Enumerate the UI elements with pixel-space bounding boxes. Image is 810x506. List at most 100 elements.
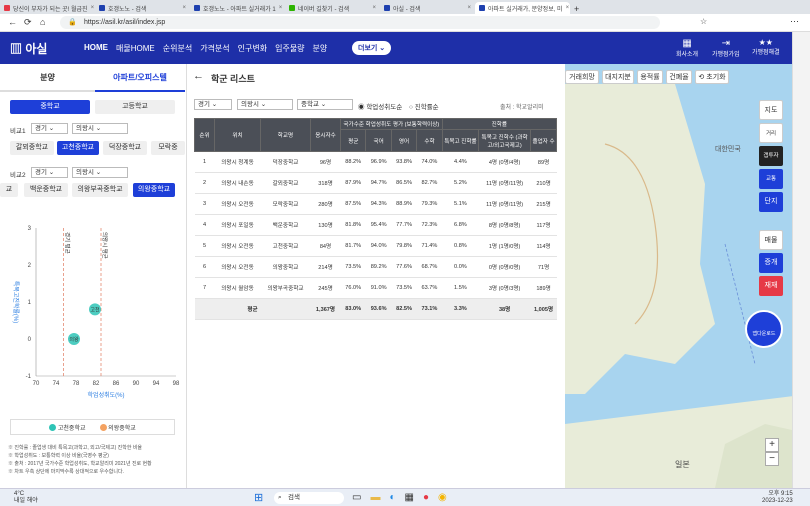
- map-filter-trade[interactable]: 거래희망: [565, 70, 599, 84]
- refresh-icon[interactable]: ⟳: [24, 17, 32, 28]
- map-tool-map[interactable]: 지도: [759, 100, 783, 120]
- clock[interactable]: 오후 9:15 2023-12-23: [762, 491, 793, 505]
- map-reset-button[interactable]: ⟲ 초기화: [695, 70, 729, 84]
- table-row[interactable]: 3 의왕시 오전동 모락중학교 280명 87.5% 94.3% 88.9% 79.3% 5.1…: [194, 193, 557, 215]
- task-view-icon[interactable]: ▭: [352, 492, 361, 503]
- edge-icon[interactable]: ◐: [389, 492, 395, 503]
- school-chip[interactable]: 덕장중학교: [103, 141, 147, 155]
- browser-tab[interactable]: 네이버 길찾기 - 검색 ×: [285, 2, 380, 14]
- compare1-city-select[interactable]: 의왕시 ⌄: [72, 123, 128, 134]
- city-select[interactable]: 의왕시 ⌄: [237, 99, 293, 110]
- home-icon[interactable]: ⌂: [40, 17, 45, 27]
- school-chip[interactable]: 모락중: [151, 141, 185, 155]
- table-row[interactable]: 7 의왕시 월암동 의왕부곡중학교 245명 76.0% 91.0% 73.5% 63.7% 1…: [194, 277, 557, 299]
- table-row[interactable]: 6 의왕시 오전동 의왕중학교 214명 73.5% 89.2% 77.6% 68.7% 0.0…: [194, 256, 557, 278]
- table-cell: 117명: [530, 214, 557, 236]
- chrome-icon[interactable]: ◉: [438, 492, 447, 503]
- compare1-region-select[interactable]: 경기 ⌄: [31, 123, 68, 134]
- map-tool-complex[interactable]: 단지: [759, 192, 783, 212]
- map-filter-land[interactable]: 대지지분: [602, 70, 634, 84]
- y-tick-label: 0: [28, 337, 32, 343]
- nav-maemul-home[interactable]: 매물HOME: [116, 43, 155, 54]
- high-school-button[interactable]: 고등학교: [95, 100, 175, 114]
- map-tool-redevelop[interactable]: 재재: [759, 276, 783, 296]
- school-chip[interactable]: 백운중학교: [24, 183, 68, 197]
- logo[interactable]: ▥ 아실: [10, 40, 47, 57]
- company-link[interactable]: ▦ 회사소개: [676, 38, 698, 58]
- school-chip[interactable]: 의왕부곡중학교: [72, 183, 128, 197]
- compare2-city-select[interactable]: 의왕시 ⌄: [72, 167, 128, 178]
- weather-widget[interactable]: 4°C 내일 해야: [14, 491, 38, 505]
- store-icon[interactable]: ▦: [405, 492, 414, 503]
- table-cell: 79.8%: [391, 235, 417, 257]
- map-tool-distance[interactable]: 거리: [759, 123, 783, 143]
- join-link[interactable]: ⇥ 가맹점가입: [712, 38, 740, 58]
- map-filter-far[interactable]: 용적률: [637, 70, 663, 84]
- map-tool-gap[interactable]: 갭투자: [759, 146, 783, 166]
- radio-advance[interactable]: ○ 진학률순: [409, 101, 439, 111]
- browser-tab[interactable]: 호갱노노 - 아파트 실거래가 1 ×: [190, 2, 285, 14]
- zoom-in-button[interactable]: +: [765, 438, 779, 452]
- nav-home[interactable]: HOME: [84, 43, 108, 54]
- middle-school-button[interactable]: 중학교: [10, 100, 90, 114]
- partner-link[interactable]: ★★ 가맹점해결: [752, 38, 780, 56]
- table-cell: 215명: [530, 193, 557, 215]
- browser-tab[interactable]: 아실 - 검색 ×: [380, 2, 475, 14]
- menu-icon[interactable]: ⋯: [790, 16, 799, 27]
- browser-tab[interactable]: 호갱노노 - 검색 ×: [95, 2, 190, 14]
- new-tab-icon[interactable]: +: [574, 4, 579, 14]
- y-tick-label: 1: [28, 300, 32, 306]
- map-tool-broker[interactable]: 증개: [759, 253, 783, 273]
- zoom-out-button[interactable]: −: [765, 452, 779, 466]
- browser-tab[interactable]: 당신이 부자가 되는 곳! 월급진 ×: [0, 2, 95, 14]
- col-header: 학교명: [260, 118, 311, 152]
- table-cell: 89명: [530, 151, 557, 173]
- map-filter-bcr[interactable]: 건폐율: [666, 70, 692, 84]
- school-chip[interactable]: 교: [0, 183, 18, 197]
- map-view[interactable]: 거래희망 대지지분 용적률 건폐율 ⟲ 초기화 지도 거리 갭투자 교통 단지 …: [565, 64, 810, 488]
- app-icon[interactable]: ●: [423, 492, 429, 503]
- windows-start-icon[interactable]: ⊞: [254, 491, 263, 504]
- compare2-label: 비교2: [10, 172, 26, 179]
- nav-population[interactable]: 인구변화: [238, 43, 267, 54]
- table-cell: 89.2%: [365, 256, 392, 278]
- school-chip-selected[interactable]: 고천중학교: [57, 141, 99, 155]
- radio-score[interactable]: ◉ 학업성취도순: [358, 101, 402, 111]
- file-explorer-icon[interactable]: ▬: [370, 492, 380, 503]
- table-row[interactable]: 2 의왕시 내손동 갈뫼중학교 318명 87.9% 94.7% 86.5% 82.7% 5.2…: [194, 172, 557, 194]
- compare2-region-select[interactable]: 경기 ⌄: [31, 167, 68, 178]
- tab-apartment[interactable]: 아파트/오피스텔: [95, 70, 185, 92]
- table-cell: 의왕시 오전동: [214, 256, 261, 278]
- back-arrow-icon[interactable]: ←: [193, 70, 204, 82]
- table-row[interactable]: 5 의왕시 오전동 고천중학교 84명 81.7% 94.0% 79.8% 71.4% 0.8%…: [194, 235, 557, 257]
- table-row[interactable]: 4 의왕시 포일동 백운중학교 130명 81.8% 95.4% 77.7% 72.3% 6.8…: [194, 214, 557, 236]
- nav-presale[interactable]: 분양: [313, 43, 328, 54]
- col-header: 국어: [365, 129, 392, 152]
- star-icon[interactable]: ☆: [700, 17, 707, 26]
- map-tool-transit[interactable]: 교통: [759, 169, 783, 189]
- table-cell: 88.9%: [391, 193, 417, 215]
- taskbar-search[interactable]: ⌕ 검색: [274, 492, 344, 504]
- tab-presale[interactable]: 분양: [0, 70, 95, 92]
- table-row[interactable]: 1 의왕시 청계동 덕장중학교 96명 88.2% 96.9% 93.8% 74.0% 4.4%…: [194, 151, 557, 173]
- app-download-button[interactable]: 앱다운로드: [745, 310, 783, 348]
- table-cell: 3: [194, 193, 215, 215]
- nav-ranking[interactable]: 순위분석: [163, 43, 192, 54]
- table-cell: 96.9%: [365, 151, 392, 173]
- table-cell: 73.5%: [391, 277, 417, 299]
- table-cell: 의왕시 월암동: [214, 277, 261, 299]
- back-icon[interactable]: ←: [8, 17, 17, 27]
- region-select[interactable]: 경기 ⌄: [194, 99, 232, 110]
- table-cell: 79.3%: [416, 193, 443, 215]
- school-chip-selected[interactable]: 의왕중학교: [133, 183, 175, 197]
- school-chip[interactable]: 갈뫼중학교: [10, 141, 54, 155]
- level-select[interactable]: 중학교 ⌄: [297, 99, 353, 110]
- browser-tab-active[interactable]: 아파트 실거래가, 분양정보, 미 ×: [475, 2, 570, 14]
- url-input[interactable]: https://asil.kr/asil/index.jsp: [60, 16, 660, 29]
- nav-price[interactable]: 가격분석: [200, 43, 229, 54]
- table-cell: 77.7%: [391, 214, 417, 236]
- map-tool-listing[interactable]: 매물: [759, 230, 783, 250]
- more-button[interactable]: 더보기 ⌄: [352, 41, 392, 55]
- nav-supply[interactable]: 입주물량: [275, 43, 304, 54]
- y-tick-label: -1: [26, 374, 32, 380]
